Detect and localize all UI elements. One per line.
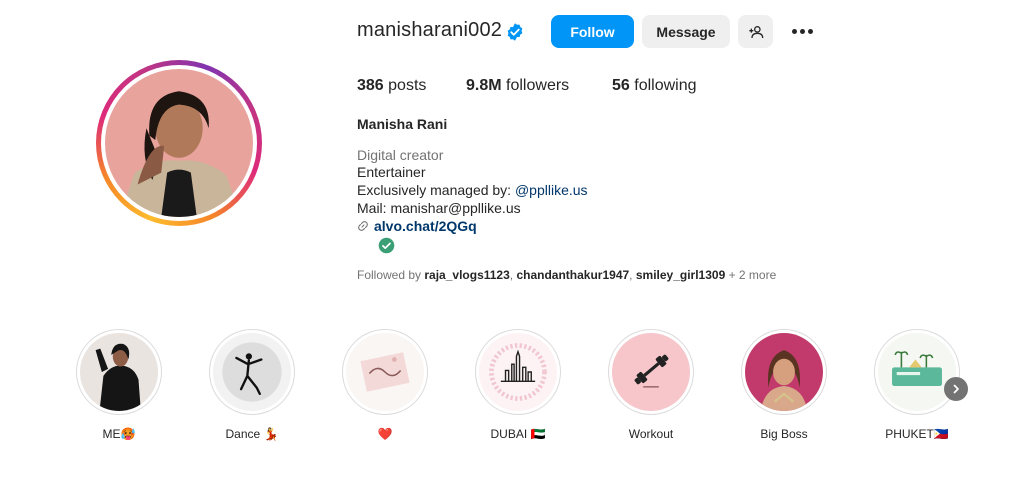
follow-button[interactable]: Follow: [551, 15, 634, 48]
story-highlight[interactable]: DUBAI 🇦🇪: [473, 329, 563, 441]
story-highlight[interactable]: ❤️: [340, 329, 430, 441]
followed-by-text[interactable]: Followed by raja_vlogs1123, chandanthaku…: [357, 268, 776, 282]
highlight-cover: [878, 333, 956, 411]
highlight-label: Dance 💃: [225, 427, 279, 441]
add-user-icon: [748, 25, 763, 38]
profile-avatar[interactable]: [96, 60, 262, 226]
highlight-label: PHUKET🇵🇭: [885, 427, 949, 441]
more-options-icon: [791, 29, 813, 34]
manager-mention-link[interactable]: @ppllike.us: [515, 182, 588, 198]
highlight-label: DUBAI 🇦🇪: [490, 427, 546, 441]
followers-stat[interactable]: 9.8M followers: [466, 77, 569, 95]
highlight-cover: [612, 333, 690, 411]
avatar-photo: [105, 69, 253, 217]
check-icon: [378, 237, 395, 254]
bio-line: Mail: manishar@ppllike.us: [357, 200, 521, 216]
highlights-next-button[interactable]: [944, 377, 968, 401]
full-name: Manisha Rani: [357, 116, 448, 132]
username: manisharani002: [357, 19, 503, 41]
story-highlight[interactable]: Dance 💃: [207, 329, 297, 441]
highlight-label: ❤️: [377, 427, 393, 441]
highlight-cover: [213, 333, 291, 411]
message-button[interactable]: Message: [642, 15, 730, 48]
highlight-label: Big Boss: [760, 427, 808, 441]
category-label: Digital creator: [357, 147, 444, 163]
bio-external-link[interactable]: alvo.chat/2QGq: [357, 218, 477, 234]
posts-stat: 386 posts: [357, 77, 427, 94]
highlight-cover: [745, 333, 823, 411]
verified-badge-icon: [507, 23, 523, 41]
more-options-button[interactable]: [784, 15, 820, 48]
bio-link-text[interactable]: alvo.chat/2QGq: [374, 218, 477, 234]
highlight-label: ME🥵: [102, 427, 136, 441]
highlight-label: Workout: [628, 427, 674, 441]
story-highlight[interactable]: Big Boss: [739, 329, 829, 441]
link-icon: [358, 221, 368, 231]
bio-line: Entertainer: [357, 164, 426, 180]
story-highlight[interactable]: ME🥵: [74, 329, 164, 441]
highlight-cover: [346, 333, 424, 411]
highlight-cover: [80, 333, 158, 411]
suggest-accounts-button[interactable]: [738, 15, 773, 48]
bio-line: Exclusively managed by: @ppllike.us: [357, 182, 588, 198]
chevron-right-icon: [953, 384, 959, 394]
following-stat[interactable]: 56 following: [612, 77, 697, 95]
highlight-cover: [479, 333, 557, 411]
story-highlight[interactable]: Workout: [606, 329, 696, 441]
